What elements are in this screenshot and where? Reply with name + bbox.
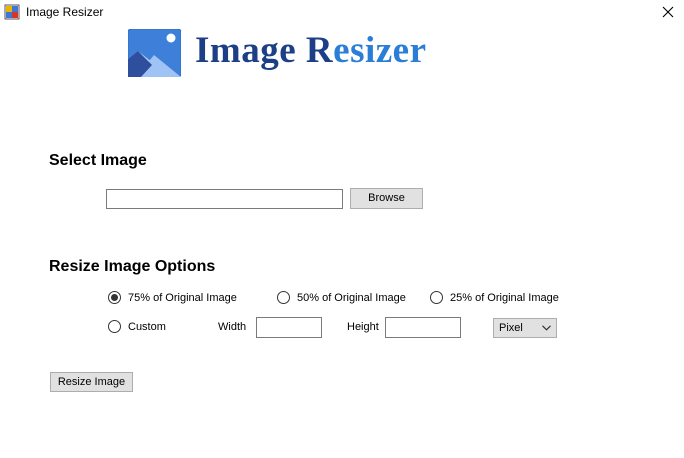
unit-dropdown[interactable]: Pixel: [493, 318, 557, 338]
logo-letter-r: R: [305, 30, 334, 71]
radio-custom-label: Custom: [128, 320, 166, 333]
width-input[interactable]: [256, 317, 322, 338]
browse-button[interactable]: Browse: [350, 188, 423, 209]
resize-image-button[interactable]: Resize Image: [50, 372, 133, 392]
select-image-heading: Select Image: [49, 152, 147, 169]
file-path-input[interactable]: [106, 189, 343, 209]
radio-75-circle[interactable]: [108, 291, 121, 304]
radio-75-label: 75% of Original Image: [128, 291, 237, 304]
radio-50-percent[interactable]: 50% of Original Image: [277, 291, 406, 304]
logo-word-image: Image: [195, 30, 297, 71]
height-label: Height: [347, 321, 379, 333]
radio-25-label: 25% of Original Image: [450, 291, 559, 304]
radio-50-circle[interactable]: [277, 291, 290, 304]
app-logo-text: Image Resizer: [195, 30, 427, 72]
title-bar: Image Resizer: [0, 0, 684, 24]
close-icon: [662, 6, 674, 18]
resize-options-heading: Resize Image Options: [49, 258, 216, 275]
close-button[interactable]: [652, 0, 684, 24]
radio-25-percent[interactable]: 25% of Original Image: [430, 291, 559, 304]
height-input[interactable]: [385, 317, 461, 338]
logo-word-esizer: esizer: [333, 30, 427, 71]
window-title: Image Resizer: [26, 5, 104, 19]
app-icon: [4, 4, 20, 20]
radio-50-label: 50% of Original Image: [297, 291, 406, 304]
radio-25-circle[interactable]: [430, 291, 443, 304]
unit-selected-value: Pixel: [499, 322, 523, 334]
radio-custom[interactable]: Custom: [108, 320, 166, 333]
radio-75-percent[interactable]: 75% of Original Image: [108, 291, 237, 304]
radio-custom-circle[interactable]: [108, 320, 121, 333]
landscape-image-icon: [128, 29, 181, 77]
width-label: Width: [218, 321, 247, 333]
chevron-down-icon: [542, 325, 551, 331]
